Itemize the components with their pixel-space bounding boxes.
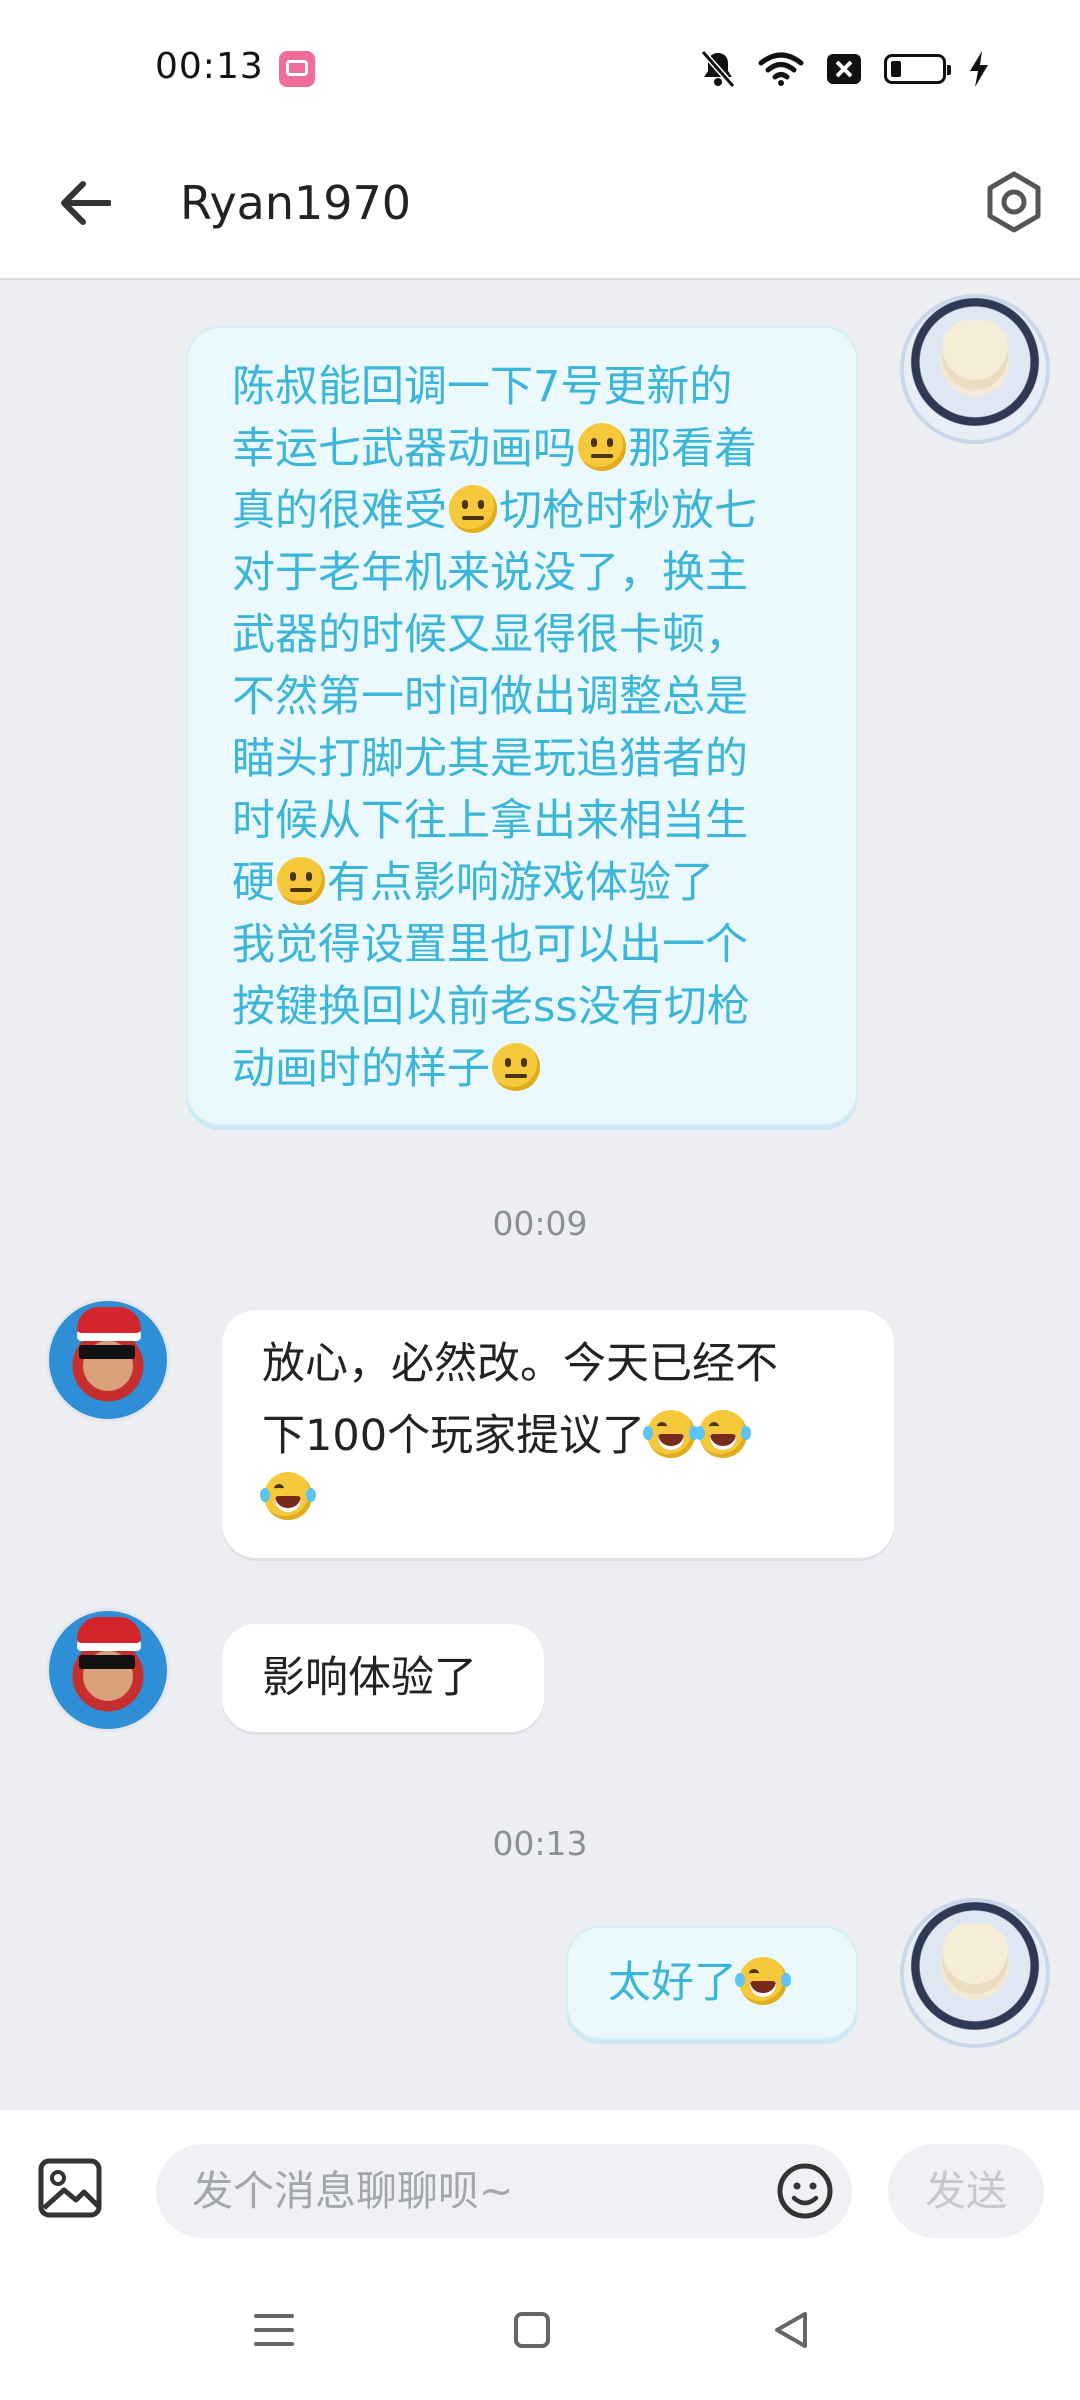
sim-off-icon [827, 54, 861, 84]
status-time: 00:13 [155, 46, 264, 87]
laughing-tears-icon [735, 1957, 791, 2005]
image-icon[interactable] [38, 2158, 102, 2218]
avatar-self[interactable] [900, 1898, 1050, 2048]
message-line: 下100个玩家提议了 [262, 1400, 864, 1472]
avatar-contact[interactable] [46, 1298, 170, 1422]
message-line: 不然第一时间做出调整总是 [232, 672, 748, 722]
message-line: 按键换回以前老ss没有切枪 [232, 982, 750, 1032]
message-line: 幸运七武器动画吗 那看着 [232, 423, 757, 474]
message-line: 动画时的样子 [232, 1038, 826, 1100]
laughing-tears-icon [260, 1472, 316, 1520]
home-square-icon [514, 2312, 550, 2348]
message-line: 陈叔能回调一下7号更新的 [232, 362, 733, 412]
emoji-smile-icon[interactable] [776, 2162, 834, 2220]
message-line: 瞄头打脚尤其是玩追猎者的 [232, 734, 748, 784]
timestamp: 00:09 [492, 1204, 588, 1243]
message-bubble-sent[interactable]: 太好了 [566, 1926, 858, 2040]
message-line [260, 1472, 864, 1523]
laughing-tears-icon [695, 1410, 752, 1458]
charging-icon [970, 51, 988, 87]
chat-header: Ryan1970 [0, 140, 1080, 280]
menu-button[interactable] [244, 2300, 304, 2360]
hexagon-settings-icon [987, 171, 1041, 233]
status-icons [700, 48, 990, 90]
message-line: 放心，必然改。今天已经不 [262, 1339, 778, 1389]
status-bar: 00:13 [0, 0, 1080, 140]
chat-area[interactable]: 陈叔能回调一下7号更新的 幸运七武器动画吗 那看着 真的很难受 切枪时秒放七 对于老… [0, 280, 1080, 2110]
bilibili-icon [279, 51, 315, 87]
timestamp: 00:13 [492, 1824, 588, 1863]
message-text: 影响体验了 [262, 1653, 477, 1703]
message-input[interactable]: 发个消息聊聊呗~ [156, 2144, 852, 2238]
neutral-face-icon [578, 423, 626, 471]
message-line: 我觉得设置里也可以出一个 [232, 920, 748, 970]
neutral-face-icon [492, 1043, 540, 1091]
laughing-tears-icon [643, 1410, 700, 1458]
neutral-face-icon [449, 485, 497, 533]
message-bubble-sent[interactable]: 陈叔能回调一下7号更新的 幸运七武器动画吗 那看着 真的很难受 切枪时秒放七 对于老… [186, 326, 858, 1126]
message-text: 太好了 [608, 1958, 737, 2008]
composer-bar: 发个消息聊聊呗~ 发送 [0, 2110, 1080, 2260]
back-button[interactable] [50, 168, 120, 238]
battery-icon [884, 54, 951, 84]
back-system-button[interactable] [760, 2300, 820, 2360]
system-nav-bar [0, 2260, 1080, 2400]
message-line: 硬有点影响游戏体验了 [232, 857, 714, 908]
message-line: 时候从下往上拿出来相当生 [232, 796, 748, 846]
avatar-self[interactable] [900, 294, 1050, 444]
arrow-left-icon [61, 181, 111, 225]
message-bubble-received[interactable]: 放心，必然改。今天已经不 下100个玩家提议了 [222, 1310, 894, 1558]
home-button[interactable] [502, 2300, 562, 2360]
mute-bell-icon [700, 50, 736, 88]
menu-icon [254, 2314, 294, 2346]
message-bubble-received[interactable]: 影响体验了 [222, 1624, 544, 1732]
neutral-face-icon [277, 857, 325, 905]
back-triangle-icon [775, 2312, 807, 2348]
wifi-icon [758, 52, 804, 86]
message-line: 真的很难受 切枪时秒放七 [232, 485, 757, 536]
settings-button[interactable] [978, 166, 1050, 238]
avatar-contact[interactable] [46, 1608, 170, 1732]
message-line: 对于老年机来说没了，换主 [232, 548, 748, 598]
send-button[interactable]: 发送 [888, 2144, 1044, 2238]
page-title: Ryan1970 [180, 176, 412, 230]
message-line: 武器的时候又显得很卡顿， [232, 610, 748, 660]
